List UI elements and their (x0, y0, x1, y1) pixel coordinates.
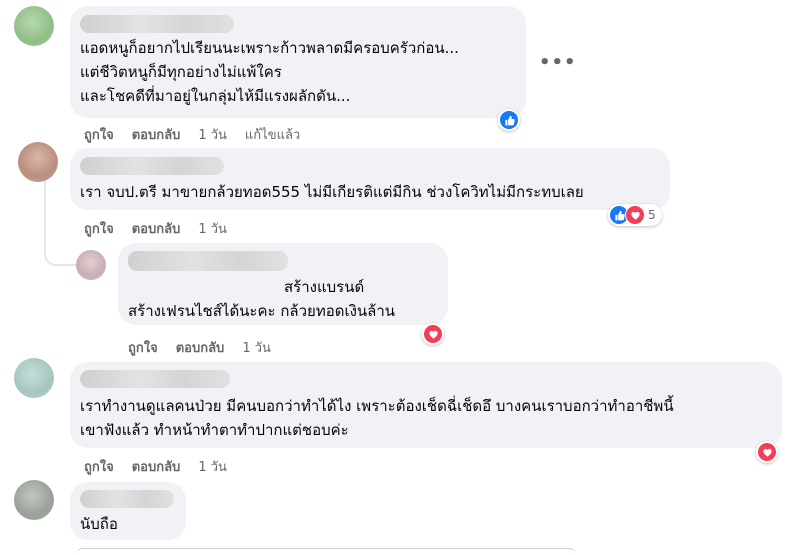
author-name-blurred[interactable] (80, 370, 230, 388)
comment-bubble: นับถือ (70, 482, 186, 540)
avatar[interactable] (18, 142, 58, 182)
like-button[interactable]: ถูกใจ (84, 456, 114, 477)
comment-text-line: แต่ชีวิตหนูก็มีทุกอย่างไม่แพ้ใคร (80, 63, 282, 81)
avatar[interactable] (14, 480, 54, 520)
author-name-blurred[interactable] (80, 490, 174, 508)
reaction-summary[interactable] (756, 441, 778, 463)
reaction-count: 5 (648, 208, 656, 222)
reply-button[interactable]: ตอบกลับ (132, 218, 181, 239)
comment-actions: ถูกใจ ตอบกลับ 1 วัน แก้ไขแล้ว (84, 124, 300, 145)
edited-label: แก้ไขแล้ว (244, 128, 301, 143)
comment-bubble: เรา จบป.ตรี มาขายกล้วยทอด555 ไม่มีเกียรต… (70, 148, 670, 210)
comment-text-line: เรา จบป.ตรี มาขายกล้วยทอด555 ไม่มีเกียรต… (80, 183, 584, 201)
reaction-summary[interactable]: 5 (608, 204, 662, 226)
author-name-blurred[interactable] (80, 157, 224, 175)
like-button[interactable]: ถูกใจ (84, 218, 114, 239)
comment-text-line: เราทำงานดูแลคนป่วย มีคนบอกว่าทำได้ไง เพร… (80, 397, 674, 415)
comment-text-line: เขาฟังแล้ว ทำหน้าทำตาทำปากแต่ชอบค่ะ (80, 421, 349, 439)
love-reaction-icon (758, 443, 776, 461)
reply-button[interactable]: ตอบกลับ (176, 337, 225, 358)
thread-elbow (44, 236, 76, 266)
author-name-blurred[interactable] (128, 251, 288, 271)
timestamp[interactable]: 1 วัน (198, 124, 227, 145)
reaction-summary[interactable] (422, 323, 444, 345)
timestamp[interactable]: 1 วัน (198, 456, 227, 477)
comment-bubble: เราทำงานดูแลคนป่วย มีคนบอกว่าทำได้ไง เพร… (70, 362, 782, 448)
timestamp[interactable]: 1 วัน (242, 337, 271, 358)
more-options-icon[interactable]: ••• (539, 52, 577, 73)
like-button[interactable]: ถูกใจ (128, 337, 158, 358)
comment-actions: ถูกใจ ตอบกลับ 1 วัน (128, 337, 271, 358)
timestamp[interactable]: 1 วัน (198, 218, 227, 239)
reaction-summary[interactable] (498, 109, 520, 131)
avatar[interactable] (14, 6, 54, 46)
love-reaction-icon (424, 325, 442, 343)
comment-text-line: แอดหนูก็อยากไปเรียนนะเพราะก้าวพลาดมีครอบ… (80, 39, 459, 57)
avatar[interactable] (14, 358, 54, 398)
reply-button[interactable]: ตอบกลับ (132, 124, 181, 145)
reply-button[interactable]: ตอบกลับ (132, 456, 181, 477)
avatar[interactable] (76, 250, 106, 280)
comment-text-line: สร้างเฟรนไชส์ได้นะคะ กล้วยทอดเงินล้าน (128, 302, 396, 320)
reply-bubble: สร้างแบรนด์ สร้างเฟรนไชส์ได้นะคะ กล้วยทอ… (118, 243, 448, 325)
comment-actions: ถูกใจ ตอบกลับ 1 วัน (84, 456, 227, 477)
love-reaction-icon (625, 205, 645, 225)
comment-text-line: และโชคดีที่มาอยู่ในกลุ่มไห้มีแรงผลักดัน.… (80, 87, 351, 105)
comment-actions: ถูกใจ ตอบกลับ 1 วัน (84, 218, 227, 239)
like-reaction-icon (500, 111, 518, 129)
like-button[interactable]: ถูกใจ (84, 124, 114, 145)
comment-text-line: นับถือ (80, 515, 118, 533)
comment-bubble: แอดหนูก็อยากไปเรียนนะเพราะก้าวพลาดมีครอบ… (70, 6, 526, 118)
author-name-blurred[interactable] (80, 15, 234, 33)
comment-text-line: สร้างแบรนด์ (284, 278, 365, 296)
